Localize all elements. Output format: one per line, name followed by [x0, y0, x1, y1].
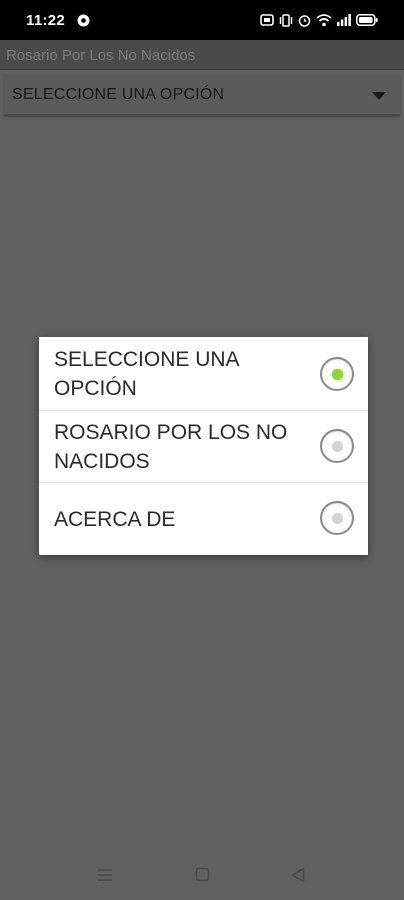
option-item-rosario[interactable]: ROSARIO POR LOS NO NACIDOS	[39, 411, 368, 483]
menu-icon[interactable]	[97, 867, 113, 883]
status-time: 11:22	[26, 11, 66, 29]
battery-icon	[356, 14, 378, 26]
choice-dialog: SELECCIONE UNA OPCIÓN ROSARIO POR LOS NO…	[39, 337, 368, 555]
option-spinner[interactable]: SELECCIONE UNA OPCIÓN	[4, 74, 400, 116]
dropdown-arrow-icon	[372, 92, 386, 100]
spinner-selected-label: SELECCIONE UNA OPCIÓN	[12, 86, 225, 103]
radio-button[interactable]	[320, 501, 354, 535]
radio-button-checked[interactable]	[320, 357, 354, 391]
nfc-icon	[260, 14, 274, 26]
chrome-icon	[77, 14, 90, 26]
back-icon[interactable]	[291, 867, 305, 883]
status-bar: 11:22	[0, 0, 404, 40]
app-title: Rosario Por Los No Nacidos	[6, 47, 196, 64]
option-label: SELECCIONE UNA OPCIÓN	[54, 348, 239, 400]
signal-icon	[337, 14, 351, 26]
app-title-bar: Rosario Por Los No Nacidos	[0, 40, 404, 70]
radio-button[interactable]	[320, 429, 354, 463]
option-label: ACERCA DE	[54, 508, 176, 531]
radio-dot	[331, 368, 343, 380]
status-icons	[260, 13, 378, 27]
navigation-bar	[0, 850, 404, 900]
wifi-icon	[316, 13, 332, 26]
home-icon[interactable]	[195, 867, 210, 882]
radio-dot	[331, 512, 343, 524]
alarm-icon	[298, 14, 311, 27]
option-label: ROSARIO POR LOS NO NACIDOS	[54, 421, 288, 473]
vibrate-icon	[279, 13, 293, 27]
option-item-acerca-de[interactable]: ACERCA DE	[39, 483, 368, 555]
option-item-seleccione[interactable]: SELECCIONE UNA OPCIÓN	[39, 337, 368, 411]
radio-dot	[331, 440, 343, 452]
